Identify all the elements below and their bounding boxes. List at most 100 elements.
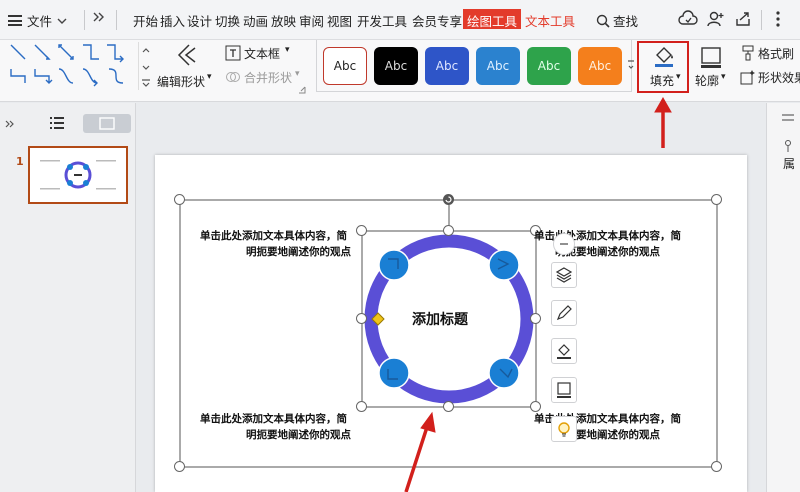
style-swatch-black[interactable]: Abc — [374, 47, 418, 85]
search-button[interactable]: 查找 — [596, 11, 638, 30]
text-line: 明扼要地阐述你的观点 — [246, 246, 351, 258]
dialog-launcher-icon[interactable] — [298, 86, 306, 94]
search-icon — [596, 14, 610, 28]
edit-shape-button[interactable]: 编辑形状 ▾ — [155, 42, 217, 92]
slide-thumbnail-preview — [40, 160, 116, 190]
expand-menu-icon[interactable] — [92, 9, 106, 28]
shape-handle-bottom[interactable] — [443, 401, 454, 412]
minus-icon — [560, 243, 568, 245]
chevron-down-icon — [57, 18, 67, 24]
chevron-down-icon: ▾ — [285, 45, 290, 55]
shape-handle-bottom-left[interactable] — [356, 401, 367, 412]
shape-handle-top[interactable] — [443, 225, 454, 236]
resize-handle-top-left[interactable] — [174, 194, 185, 205]
rotate-handle[interactable] — [443, 194, 454, 205]
edit-shape-icon — [177, 44, 196, 66]
textbox-label: 文本框 — [244, 47, 281, 61]
more-options-icon[interactable] — [768, 9, 788, 29]
slide-title[interactable]: 添加标题 — [412, 309, 468, 329]
collapse-panel-icon[interactable] — [4, 118, 16, 130]
chevron-down-icon: ▾ — [207, 72, 212, 82]
tab-drawing-tools[interactable]: 绘图工具 — [463, 9, 522, 29]
outline-label: 轮廓 — [695, 74, 720, 88]
tab-view[interactable]: 视图 — [327, 11, 352, 30]
properties-label[interactable]: 属 — [783, 155, 795, 172]
style-swatch-white[interactable]: Abc — [323, 47, 367, 85]
outline-view-icon[interactable] — [49, 116, 65, 130]
gallery-more-icon[interactable] — [627, 58, 635, 72]
file-menu-label: 文件 — [27, 14, 53, 29]
style-pen-button[interactable] — [551, 300, 577, 326]
shape-handle-top-left[interactable] — [356, 225, 367, 236]
format-painter-button[interactable]: 格式刷 — [738, 44, 800, 64]
text-line: 单击此处添加文本具体内容，简 — [200, 413, 347, 425]
shape-effect-button[interactable]: 形状效果 — [738, 68, 800, 88]
line-shapes-grid — [10, 44, 124, 87]
style-swatch-green[interactable]: Abc — [527, 47, 571, 85]
quick-outline-button[interactable] — [551, 377, 577, 403]
divider — [761, 10, 762, 30]
fill-highlight-box — [637, 41, 689, 93]
fill-bucket-icon — [557, 344, 571, 359]
slide-thumbnail[interactable] — [28, 146, 128, 204]
resize-handle-top-right[interactable] — [711, 194, 722, 205]
shape-handle-right[interactable] — [530, 313, 541, 324]
lightbulb-icon — [558, 422, 570, 437]
style-swatch-blue[interactable]: Abc — [425, 47, 469, 85]
outline-icon — [701, 47, 721, 68]
format-painter-label: 格式刷 — [758, 47, 795, 61]
tab-text-tools[interactable]: 文本工具 — [525, 11, 575, 30]
outline-button[interactable]: 轮廓 ▾ — [694, 44, 730, 90]
shape-handle-left[interactable] — [356, 313, 367, 324]
properties-icon[interactable] — [781, 139, 795, 153]
slide-number: 1 — [16, 155, 24, 168]
text-line: 明扼要地阐述你的观点 — [246, 429, 351, 441]
tab-member[interactable]: 会员专享 — [412, 11, 462, 30]
text-line: 单击此处添加文本具体内容，简 — [200, 230, 347, 242]
menu-bar: 文件 开始 插入 设计 切换 动画 放映 审阅 视图 开发工具 会员专享 绘图工… — [0, 0, 800, 40]
line-shape-gallery[interactable] — [6, 40, 150, 92]
slide-view-icon — [99, 117, 115, 130]
tab-review[interactable]: 审阅 — [299, 11, 324, 30]
merge-shape-button[interactable]: 合并形状 ▾ — [223, 68, 311, 88]
textbox-icon — [225, 45, 241, 61]
slide-view-toggle[interactable] — [83, 114, 131, 133]
layers-icon — [555, 267, 573, 283]
layers-button[interactable] — [551, 262, 577, 288]
merge-shape-icon — [226, 72, 240, 82]
divider — [116, 10, 117, 30]
chevron-down-icon: ▾ — [721, 72, 726, 82]
tab-transition[interactable]: 切换 — [215, 11, 240, 30]
divider — [84, 10, 85, 30]
ribbon-toolbar: 编辑形状 ▾ 文本框 ▾ 合并形状 ▾ Abc Abc Abc Abc Abc … — [0, 40, 800, 102]
resize-handle-bottom-right[interactable] — [711, 461, 722, 472]
tab-home[interactable]: 开始 — [133, 11, 158, 30]
properties-rail: 属 — [766, 103, 800, 492]
cloud-sync-icon[interactable] — [678, 9, 698, 29]
style-swatch-orange[interactable]: Abc — [578, 47, 622, 85]
tab-insert[interactable]: 插入 — [160, 11, 185, 30]
edit-shape-label: 编辑形状 — [157, 75, 206, 89]
slides-panel: 1 — [0, 103, 136, 492]
collapse-toolbar-button[interactable] — [553, 233, 575, 255]
resize-handle-bottom-left[interactable] — [174, 461, 185, 472]
share-icon[interactable] — [733, 9, 753, 29]
menu-icon[interactable] — [781, 113, 795, 123]
tab-design[interactable]: 设计 — [187, 11, 212, 30]
format-painter-icon — [742, 45, 754, 61]
textbox-button[interactable]: 文本框 ▾ — [223, 44, 295, 64]
tab-developer[interactable]: 开发工具 — [357, 11, 407, 30]
tab-slideshow[interactable]: 放映 — [271, 11, 296, 30]
add-user-icon[interactable] — [705, 9, 725, 29]
text-bottom-left[interactable]: 单击此处添加文本具体内容，简 明扼要地阐述你的观点 — [196, 411, 351, 443]
smart-suggest-button[interactable] — [551, 416, 577, 442]
style-swatch-light-blue[interactable]: Abc — [476, 47, 520, 85]
file-menu[interactable]: 文件 — [8, 11, 67, 30]
shape-style-gallery: Abc Abc Abc Abc Abc Abc — [316, 40, 635, 92]
text-top-left[interactable]: 单击此处添加文本具体内容，简 明扼要地阐述你的观点 — [196, 228, 351, 260]
gallery-scrollbar[interactable] — [138, 42, 152, 90]
chevron-down-icon: ▾ — [295, 69, 300, 79]
shape-effect-icon — [740, 70, 755, 85]
tab-animation[interactable]: 动画 — [243, 11, 268, 30]
quick-fill-button[interactable] — [551, 338, 577, 364]
